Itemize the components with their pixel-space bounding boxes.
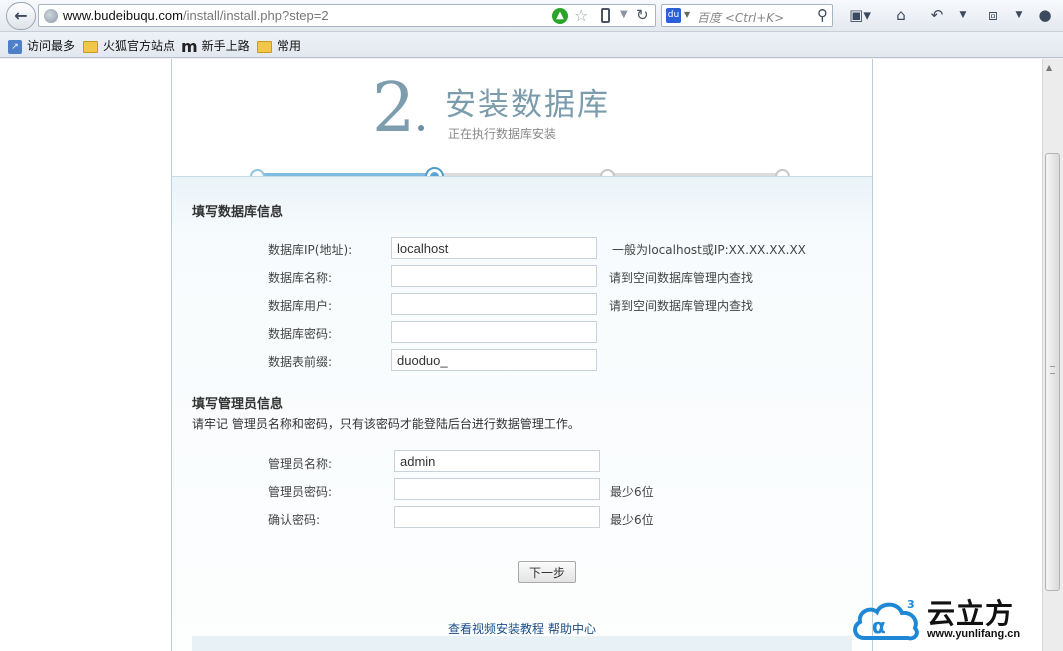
db-user-label: 数据库用户: bbox=[268, 299, 333, 313]
search-engine-dropdown-icon[interactable]: ▼ bbox=[684, 10, 690, 19]
folder-icon bbox=[83, 40, 98, 53]
page-subtitle: 正在执行数据库安装 bbox=[448, 127, 557, 141]
undo-icon[interactable]: ↶ bbox=[926, 4, 948, 26]
back-arrow-icon: ← bbox=[14, 6, 28, 25]
bookmark-firefox-site[interactable]: 火狐官方站点 bbox=[83, 37, 175, 53]
scroll-thumb[interactable] bbox=[1045, 153, 1060, 591]
chat-icon[interactable]: ● bbox=[1034, 4, 1056, 26]
table-prefix-label: 数据表前缀: bbox=[268, 355, 333, 369]
admin-password-label: 管理员密码: bbox=[268, 485, 333, 499]
search-engine-icon[interactable]: du bbox=[666, 8, 681, 23]
magnifier-icon[interactable]: ⚲ bbox=[817, 6, 828, 24]
bookmark-star-icon[interactable]: ☆ bbox=[574, 6, 588, 25]
mobile-icon[interactable] bbox=[601, 8, 610, 23]
bookmark-most-visited[interactable]: ↗ 访问最多 bbox=[8, 37, 75, 54]
search-bar[interactable]: du ▼ 百度 <Ctrl+K> ⚲ bbox=[661, 4, 833, 27]
crop-icon[interactable]: ⧈ bbox=[982, 4, 1004, 26]
navigation-toolbar: ← www.budeibuqu.com/install/install.php?… bbox=[0, 0, 1063, 32]
db-password-input[interactable] bbox=[391, 321, 597, 343]
crop-dropdown-icon[interactable]: ▼ bbox=[1012, 4, 1026, 26]
url-bar[interactable]: www.budeibuqu.com/install/install.php?st… bbox=[38, 4, 656, 27]
step-number: 2 bbox=[372, 69, 416, 148]
logo-superscript: 3 bbox=[907, 598, 915, 611]
footer-strip bbox=[192, 636, 852, 651]
confirm-password-hint: 最少6位 bbox=[610, 513, 654, 527]
brand-name: 云立方 bbox=[927, 597, 1015, 630]
undo-dropdown-icon[interactable]: ▼ bbox=[956, 4, 970, 26]
home-icon[interactable]: ⌂ bbox=[890, 4, 912, 26]
step-number-dot bbox=[418, 125, 424, 131]
db-host-hint: 一般为localhost或IP:XX.XX.XX.XX bbox=[612, 243, 806, 257]
reload-icon[interactable]: ↻ bbox=[636, 6, 649, 24]
db-host-input[interactable] bbox=[391, 237, 597, 259]
site-identity-icon[interactable] bbox=[44, 9, 58, 23]
admin-section-title: 填写管理员信息 bbox=[192, 397, 284, 412]
back-button[interactable]: ← bbox=[6, 2, 36, 30]
url-host: www.budeibuqu.com bbox=[63, 8, 183, 23]
bookmarks-menu-icon[interactable]: ▣▾ bbox=[846, 4, 874, 26]
most-visited-icon: ↗ bbox=[8, 39, 22, 54]
confirm-password-label: 确认密码: bbox=[268, 513, 321, 527]
bookmarks-toolbar: ↗ 访问最多 火狐官方站点 m 新手上路 常用 bbox=[0, 32, 1063, 58]
scroll-grip bbox=[1050, 366, 1055, 374]
footer-links: 查看视频安装教程 帮助中心 bbox=[448, 620, 600, 637]
page-viewport: 2 安装数据库 正在执行数据库安装 填写数据库信息 数据库IP(地址): 一般为… bbox=[0, 59, 1042, 651]
db-name-input[interactable] bbox=[391, 265, 597, 287]
brand-watermark: α 3 云立方 www.yunlifang.cn bbox=[850, 592, 1054, 644]
brand-url: www.yunlifang.cn bbox=[927, 628, 1021, 640]
help-center-link[interactable]: 帮助中心 bbox=[548, 622, 596, 636]
url-text[interactable]: www.budeibuqu.com/install/install.php?st… bbox=[63, 8, 329, 23]
m-logo-icon: m bbox=[181, 37, 198, 56]
table-prefix-input[interactable] bbox=[391, 349, 597, 371]
admin-note: 请牢记 管理员名称和密码，只有该密码才能登陆后台进行数据管理工作。 bbox=[192, 417, 580, 431]
go-icon[interactable]: ▲ bbox=[552, 8, 568, 24]
db-user-input[interactable] bbox=[391, 293, 597, 315]
db-password-label: 数据库密码: bbox=[268, 327, 333, 341]
db-user-hint: 请到空间数据库管理内查找 bbox=[609, 299, 754, 313]
confirm-password-input[interactable] bbox=[394, 506, 600, 528]
vertical-scrollbar[interactable]: ▲ bbox=[1042, 59, 1063, 651]
next-step-button[interactable]: 下一步 bbox=[518, 561, 576, 583]
admin-name-input[interactable] bbox=[394, 450, 600, 472]
svg-text:α: α bbox=[872, 614, 886, 638]
video-tutorial-link[interactable]: 查看视频安装教程 bbox=[448, 622, 544, 636]
scroll-up-icon[interactable]: ▲ bbox=[1046, 63, 1052, 72]
url-dropdown-icon[interactable]: ▼ bbox=[620, 9, 628, 20]
install-form: 填写数据库信息 数据库IP(地址): 一般为localhost或IP:XX.XX… bbox=[172, 176, 872, 651]
installer-panel: 2 安装数据库 正在执行数据库安装 填写数据库信息 数据库IP(地址): 一般为… bbox=[171, 59, 873, 651]
bookmark-getting-started[interactable]: m 新手上路 bbox=[181, 37, 250, 56]
folder-icon bbox=[257, 40, 272, 53]
db-name-hint: 请到空间数据库管理内查找 bbox=[609, 271, 754, 285]
admin-password-hint: 最少6位 bbox=[610, 485, 654, 499]
db-host-label: 数据库IP(地址): bbox=[268, 243, 353, 257]
db-section-title: 填写数据库信息 bbox=[192, 205, 284, 220]
bookmark-common[interactable]: 常用 bbox=[257, 37, 301, 53]
cloud-logo-icon: α 3 bbox=[853, 598, 919, 641]
admin-name-label: 管理员名称: bbox=[268, 457, 333, 471]
admin-password-input[interactable] bbox=[394, 478, 600, 500]
db-name-label: 数据库名称: bbox=[268, 271, 333, 285]
page-title: 安装数据库 bbox=[445, 87, 610, 123]
url-path: /install/install.php?step=2 bbox=[182, 8, 329, 23]
search-input[interactable]: 百度 <Ctrl+K> bbox=[697, 9, 784, 26]
